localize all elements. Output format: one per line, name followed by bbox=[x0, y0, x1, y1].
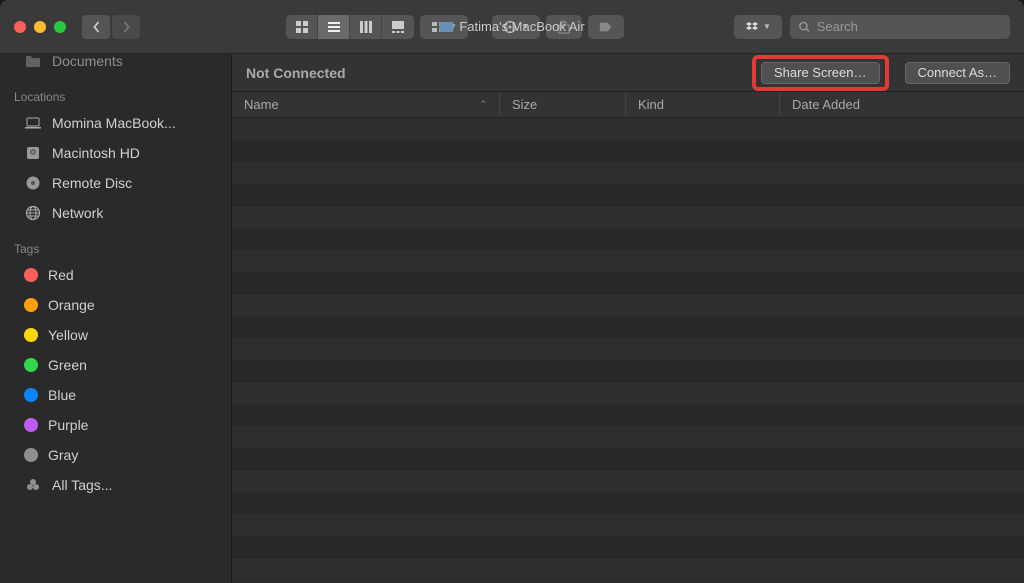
list-row bbox=[232, 382, 1024, 404]
tag-dot-icon bbox=[24, 298, 38, 312]
list-row bbox=[232, 162, 1024, 184]
window-title: Fatima's MacBook Air bbox=[439, 19, 584, 34]
search-field[interactable] bbox=[790, 15, 1010, 39]
sidebar-item-label: Gray bbox=[48, 447, 78, 463]
sort-ascending-icon: ⌃ bbox=[479, 99, 487, 110]
list-row bbox=[232, 184, 1024, 206]
sidebar-tag-red[interactable]: Red bbox=[0, 260, 231, 290]
sidebar-item-label: Macintosh HD bbox=[52, 145, 140, 161]
sidebar-tag-green[interactable]: Green bbox=[0, 350, 231, 380]
minimize-button[interactable] bbox=[34, 21, 46, 33]
close-button[interactable] bbox=[14, 21, 26, 33]
column-headers: Name ⌃ Size Kind Date Added bbox=[232, 92, 1024, 118]
sidebar-tag-orange[interactable]: Orange bbox=[0, 290, 231, 320]
dropbox-button[interactable]: ▼ bbox=[734, 15, 782, 39]
sidebar-item-documents[interactable]: Documents bbox=[0, 54, 231, 76]
list-row bbox=[232, 360, 1024, 382]
column-name[interactable]: Name ⌃ bbox=[232, 92, 500, 117]
window-title-text: Fatima's MacBook Air bbox=[459, 19, 584, 34]
list-row bbox=[232, 426, 1024, 448]
sidebar-item-label: Yellow bbox=[48, 327, 88, 343]
sidebar: Documents Locations Momina MacBook... Ma… bbox=[0, 54, 232, 583]
sidebar-item-label: Blue bbox=[48, 387, 76, 403]
hdd-icon bbox=[24, 145, 42, 161]
sidebar-heading-locations: Locations bbox=[0, 76, 231, 108]
list-row bbox=[232, 536, 1024, 558]
list-row bbox=[232, 316, 1024, 338]
list-row bbox=[232, 206, 1024, 228]
gallery-view-button[interactable] bbox=[382, 15, 414, 39]
column-view-button[interactable] bbox=[350, 15, 382, 39]
list-row bbox=[232, 448, 1024, 470]
column-kind[interactable]: Kind bbox=[626, 92, 780, 117]
sidebar-all-tags[interactable]: All Tags... bbox=[0, 470, 231, 500]
disc-icon bbox=[24, 175, 42, 191]
titlebar: Fatima's MacBook Air ▼ bbox=[0, 0, 1024, 54]
file-list bbox=[232, 118, 1024, 583]
sidebar-item-label: Green bbox=[48, 357, 87, 373]
list-row bbox=[232, 514, 1024, 536]
list-row bbox=[232, 558, 1024, 580]
tag-dot-icon bbox=[24, 358, 38, 372]
list-row bbox=[232, 140, 1024, 162]
sidebar-tag-blue[interactable]: Blue bbox=[0, 380, 231, 410]
tags-button[interactable] bbox=[588, 15, 624, 39]
tag-dot-icon bbox=[24, 418, 38, 432]
sidebar-item-momina-macbook[interactable]: Momina MacBook... bbox=[0, 108, 231, 138]
list-view-button[interactable] bbox=[318, 15, 350, 39]
sidebar-item-label: Orange bbox=[48, 297, 95, 313]
list-row bbox=[232, 492, 1024, 514]
list-row bbox=[232, 338, 1024, 360]
main-area: Documents Locations Momina MacBook... Ma… bbox=[0, 54, 1024, 583]
sidebar-item-macintosh-hd[interactable]: Macintosh HD bbox=[0, 138, 231, 168]
sidebar-heading-tags: Tags bbox=[0, 228, 231, 260]
all-tags-icon bbox=[24, 477, 42, 493]
traffic-lights bbox=[14, 21, 66, 33]
maximize-button[interactable] bbox=[54, 21, 66, 33]
sidebar-item-network[interactable]: Network bbox=[0, 198, 231, 228]
nav-buttons bbox=[82, 15, 140, 39]
search-input[interactable] bbox=[817, 19, 1002, 34]
globe-icon bbox=[24, 205, 42, 221]
list-row bbox=[232, 272, 1024, 294]
sidebar-item-label: Network bbox=[52, 205, 103, 221]
forward-button[interactable] bbox=[112, 15, 140, 39]
sidebar-tag-yellow[interactable]: Yellow bbox=[0, 320, 231, 350]
list-row bbox=[232, 228, 1024, 250]
tag-dot-icon bbox=[24, 388, 38, 402]
list-row bbox=[232, 250, 1024, 272]
sidebar-item-label: All Tags... bbox=[52, 477, 112, 493]
finder-window: Fatima's MacBook Air ▼ bbox=[0, 0, 1024, 583]
sidebar-item-label: Momina MacBook... bbox=[52, 115, 176, 131]
sidebar-tag-gray[interactable]: Gray bbox=[0, 440, 231, 470]
share-screen-button[interactable]: Share Screen… bbox=[761, 62, 880, 84]
list-row bbox=[232, 470, 1024, 492]
list-row bbox=[232, 404, 1024, 426]
sidebar-item-remote-disc[interactable]: Remote Disc bbox=[0, 168, 231, 198]
content-area: Not Connected Share Screen… Connect As… … bbox=[232, 54, 1024, 583]
sidebar-tag-purple[interactable]: Purple bbox=[0, 410, 231, 440]
tag-dot-icon bbox=[24, 328, 38, 342]
back-button[interactable] bbox=[82, 15, 110, 39]
icon-view-button[interactable] bbox=[286, 15, 318, 39]
device-icon bbox=[439, 22, 453, 32]
search-icon bbox=[798, 20, 811, 34]
laptop-icon bbox=[24, 115, 42, 131]
connection-status: Not Connected bbox=[246, 65, 346, 81]
list-row bbox=[232, 294, 1024, 316]
column-size[interactable]: Size bbox=[500, 92, 626, 117]
column-date-added[interactable]: Date Added bbox=[780, 92, 1024, 117]
tag-dot-icon bbox=[24, 448, 38, 462]
connect-as-button[interactable]: Connect As… bbox=[905, 62, 1011, 84]
sidebar-item-label: Documents bbox=[52, 54, 123, 69]
list-row bbox=[232, 118, 1024, 140]
tag-dot-icon bbox=[24, 268, 38, 282]
highlight-annotation: Share Screen… bbox=[752, 55, 889, 91]
status-bar: Not Connected Share Screen… Connect As… bbox=[232, 54, 1024, 92]
sidebar-item-label: Purple bbox=[48, 417, 88, 433]
sidebar-item-label: Red bbox=[48, 267, 74, 283]
folder-icon bbox=[24, 54, 42, 69]
sidebar-item-label: Remote Disc bbox=[52, 175, 132, 191]
